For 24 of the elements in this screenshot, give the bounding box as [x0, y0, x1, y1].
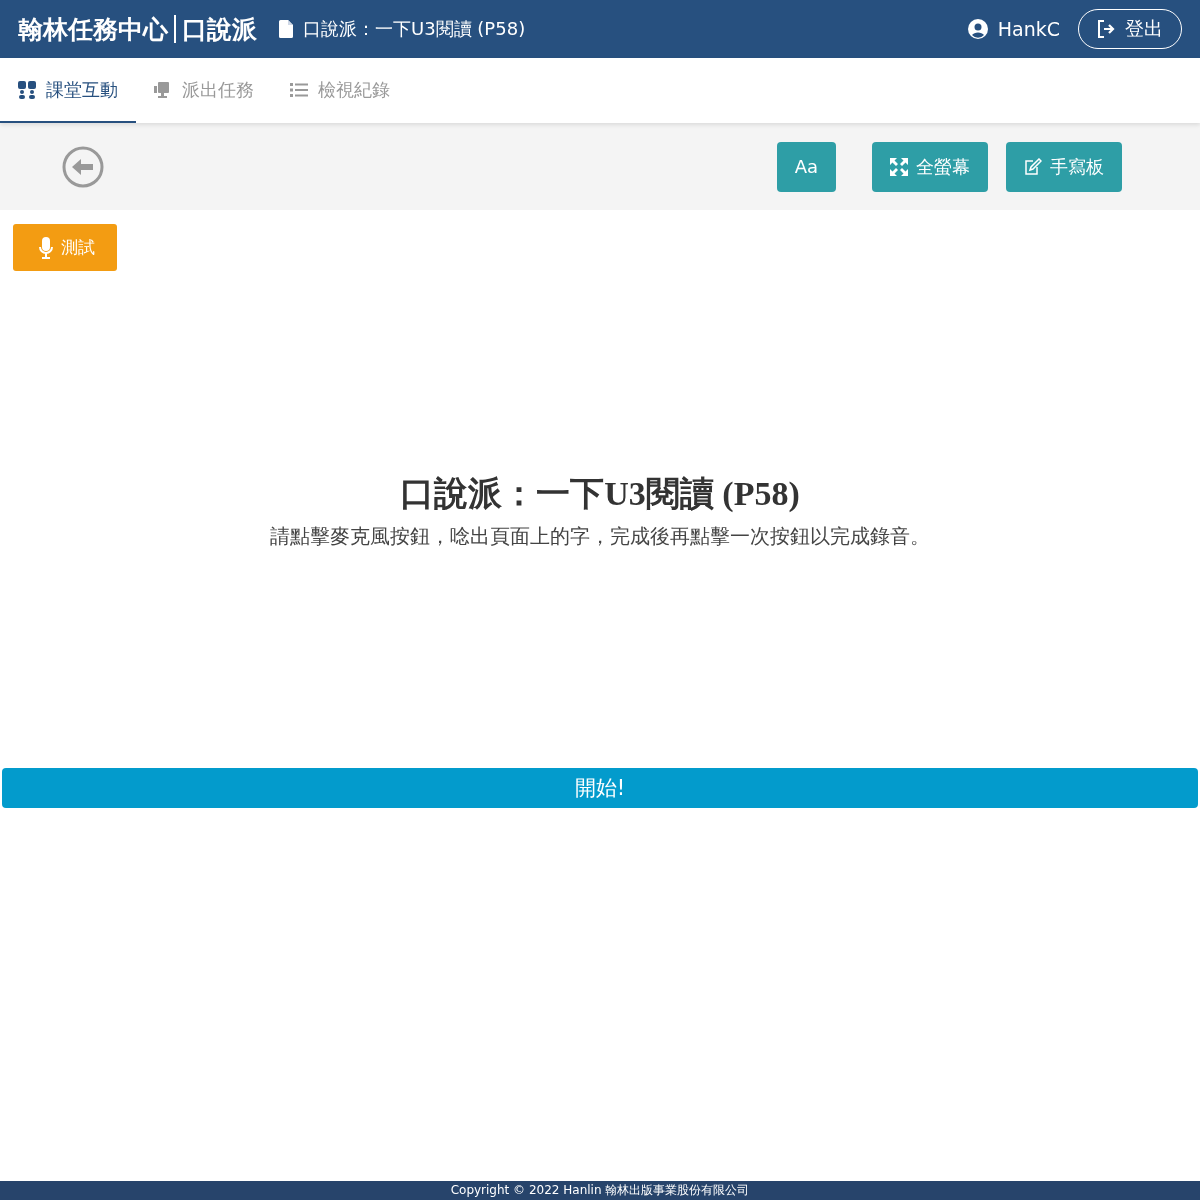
copyright-text: Copyright © 2022 Hanlin 翰林出版事業股份有限公司 — [450, 1182, 750, 1199]
brand-title: 翰林任務中心 — [18, 13, 168, 46]
toolbar-button[interactable]: 手寫板 — [1006, 141, 1122, 192]
start-button[interactable]: 開始! — [2, 768, 1198, 808]
logout-icon — [1097, 20, 1117, 38]
toolbar-button[interactable]: Aa — [776, 141, 836, 192]
document-icon — [279, 20, 293, 38]
edit-icon — [1024, 157, 1042, 176]
instruction-text: 請點擊麥克風按鈕，唸出頁面上的字，完成後再點擊一次按鈕以完成錄音。 — [269, 523, 931, 550]
presenter-icon — [154, 80, 172, 99]
user-name: HankC — [997, 18, 1060, 40]
test-button[interactable]: 測試 — [13, 224, 117, 271]
page-heading: 口說派：一下U3閱讀 (P58) — [399, 474, 801, 514]
back-button[interactable] — [62, 145, 104, 188]
microphone-icon — [39, 236, 53, 259]
nav-tab[interactable]: 派出任務 — [136, 58, 272, 123]
document-title: 口說派：一下U3閱讀 (P58) — [303, 17, 526, 41]
list-icon — [290, 80, 308, 99]
nav-tab[interactable]: 檢視紀錄 — [272, 58, 408, 123]
qa-icon — [18, 80, 36, 99]
app-title: 口說派 — [182, 13, 257, 46]
toolbar-button[interactable]: 全螢幕 — [872, 141, 988, 192]
expand-icon — [890, 157, 908, 176]
user-icon — [967, 19, 988, 39]
